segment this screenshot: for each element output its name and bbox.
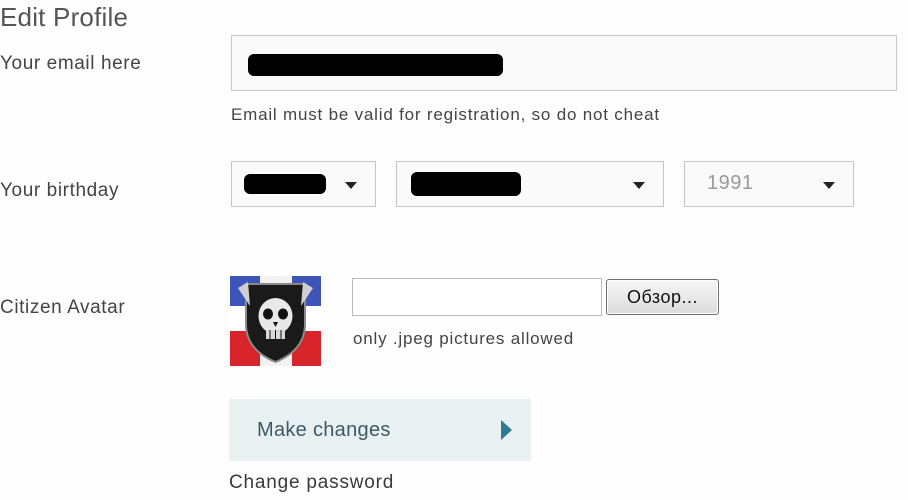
change-password-link[interactable]: Change password <box>229 472 394 494</box>
birthday-label: Your birthday <box>0 180 120 201</box>
browse-button[interactable]: Обзор... <box>606 279 719 315</box>
avatar-file-input[interactable] <box>352 278 602 316</box>
chevron-down-icon <box>823 182 835 189</box>
email-label: Your email here <box>0 53 142 74</box>
make-changes-label: Make changes <box>257 419 391 441</box>
edit-profile-page: Edit Profile Your email here Email must … <box>0 0 908 500</box>
chevron-down-icon <box>345 182 357 189</box>
chevron-down-icon <box>633 182 645 189</box>
make-changes-button[interactable]: Make changes <box>229 399 531 461</box>
day-redaction <box>244 174 326 194</box>
avatar-label: Citizen Avatar <box>0 297 126 318</box>
year-value: 1991 <box>707 172 754 194</box>
month-redaction <box>411 172 521 196</box>
email-hint: Email must be valid for registration, so… <box>231 105 660 124</box>
avatar-hint: only .jpeg pictures allowed <box>353 329 574 348</box>
birthday-year-select[interactable]: 1991 <box>684 161 854 207</box>
page-title: Edit Profile <box>0 2 129 32</box>
birthday-month-select[interactable] <box>396 161 664 207</box>
email-input[interactable] <box>231 35 897 91</box>
avatar-image <box>230 276 321 366</box>
email-redaction <box>248 54 503 76</box>
avatar <box>230 276 321 366</box>
birthday-day-select[interactable] <box>231 161 376 207</box>
play-arrow-icon <box>501 420 512 440</box>
